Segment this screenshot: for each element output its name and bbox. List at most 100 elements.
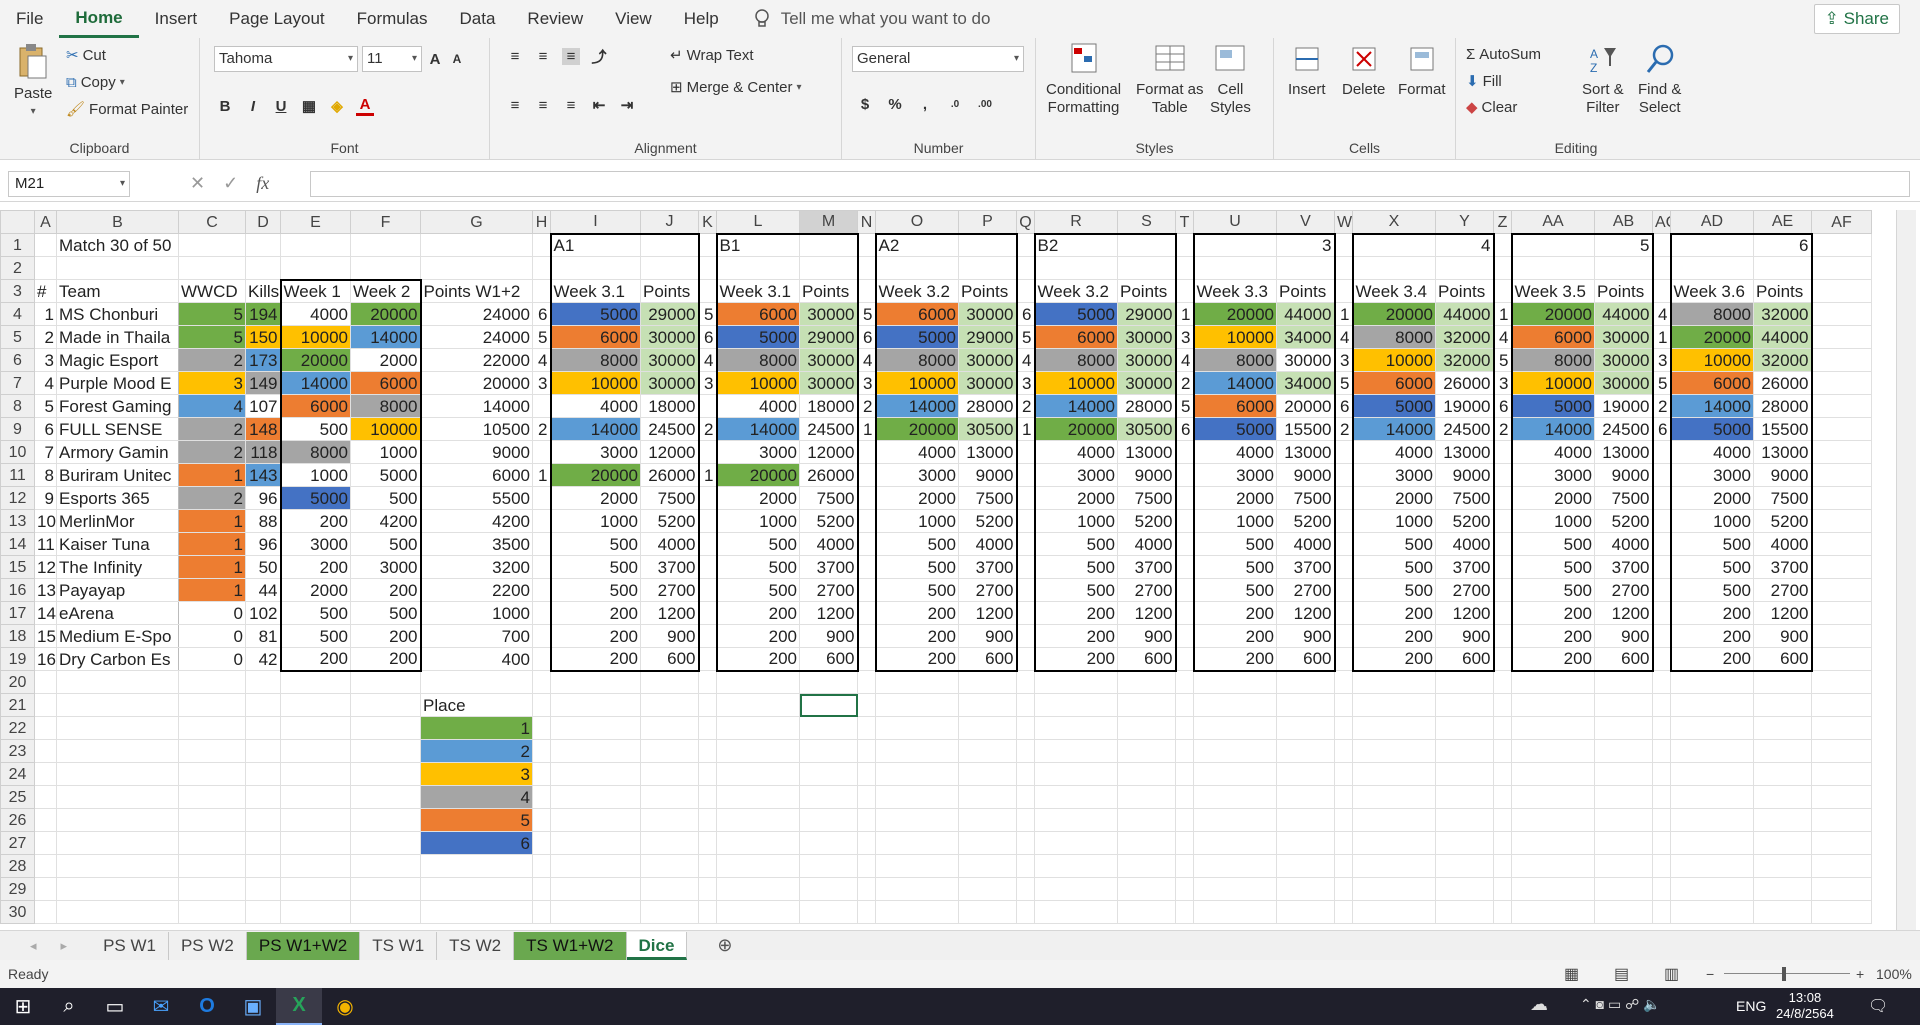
cell-w3[interactable] xyxy=(1334,279,1353,303)
cell-ab3[interactable]: Points xyxy=(1594,279,1654,303)
cell-aa3[interactable]: Week 3.5 xyxy=(1510,279,1595,303)
cell-z16[interactable] xyxy=(1493,578,1512,602)
cell-ae6[interactable]: 32000 xyxy=(1753,348,1813,372)
find-select-button[interactable]: Find & Select xyxy=(1638,42,1681,117)
sheet-tab[interactable]: PS W1 xyxy=(91,931,169,960)
cell-y23[interactable] xyxy=(1435,739,1494,763)
cell-i18[interactable]: 200 xyxy=(549,624,641,648)
cell-ae9[interactable]: 15500 xyxy=(1753,417,1813,441)
cell-q3[interactable] xyxy=(1016,279,1035,303)
cell-v15[interactable]: 3700 xyxy=(1276,555,1336,579)
cell-x8[interactable]: 5000 xyxy=(1351,394,1436,418)
cell-x22[interactable] xyxy=(1352,716,1436,740)
cell-l27[interactable] xyxy=(716,831,800,855)
mail-icon[interactable]: ✉ xyxy=(138,988,184,1025)
cell-h5[interactable]: 5 xyxy=(532,325,551,349)
cell-s15[interactable]: 3700 xyxy=(1117,555,1177,579)
cell-c16[interactable]: 1 xyxy=(178,578,246,602)
cell-q2[interactable] xyxy=(1016,256,1035,280)
cell-g14[interactable]: 3500 xyxy=(420,532,533,556)
cell-a16[interactable]: 13 xyxy=(34,578,57,602)
cell-c23[interactable] xyxy=(178,739,246,763)
cell-ad17[interactable]: 200 xyxy=(1669,601,1754,625)
cell-aa27[interactable] xyxy=(1511,831,1595,855)
cell-ae8[interactable]: 28000 xyxy=(1753,394,1813,418)
cell-n20[interactable] xyxy=(857,670,876,694)
cell-aa26[interactable] xyxy=(1511,808,1595,832)
cell-v16[interactable]: 2700 xyxy=(1276,578,1336,602)
cell-g6[interactable]: 22000 xyxy=(420,348,533,372)
cell-z7[interactable]: 3 xyxy=(1493,371,1512,395)
cell-o5[interactable]: 5000 xyxy=(874,325,959,349)
cell-p26[interactable] xyxy=(958,808,1017,832)
cell-ae13[interactable]: 5200 xyxy=(1753,509,1813,533)
cell-c30[interactable] xyxy=(178,900,246,924)
cell-d15[interactable]: 50 xyxy=(245,555,281,579)
cell-ae4[interactable]: 32000 xyxy=(1753,302,1813,326)
cell-j25[interactable] xyxy=(640,785,699,809)
cell-ad8[interactable]: 14000 xyxy=(1669,394,1754,418)
cell-ae28[interactable] xyxy=(1753,854,1812,878)
cell-q11[interactable] xyxy=(1016,463,1035,487)
align-middle-icon[interactable]: ≡ xyxy=(534,48,552,65)
cell-f4[interactable]: 20000 xyxy=(350,302,422,326)
tab-scroll-left-icon[interactable]: ◂ xyxy=(30,938,37,954)
cell-z29[interactable] xyxy=(1493,877,1512,901)
cell-m24[interactable] xyxy=(799,762,858,786)
cell-q20[interactable] xyxy=(1016,670,1035,694)
cell-w25[interactable] xyxy=(1334,785,1353,809)
cell-ac20[interactable] xyxy=(1652,670,1671,694)
cell-r17[interactable]: 200 xyxy=(1033,601,1118,625)
cell-b7[interactable]: Purple Mood E xyxy=(56,371,179,395)
cell-af24[interactable] xyxy=(1811,762,1872,786)
cell-d26[interactable] xyxy=(245,808,281,832)
cell-n11[interactable] xyxy=(857,463,876,487)
cell-j24[interactable] xyxy=(640,762,699,786)
cell-u8[interactable]: 6000 xyxy=(1192,394,1277,418)
cell-a9[interactable]: 6 xyxy=(34,417,57,441)
cell-l5[interactable]: 5000 xyxy=(715,325,800,349)
cell-ae27[interactable] xyxy=(1753,831,1812,855)
cell-b12[interactable]: Esports 365 xyxy=(56,486,179,510)
cell-q1[interactable] xyxy=(1016,233,1035,257)
cell-g23[interactable]: 2 xyxy=(420,739,533,763)
cell-d18[interactable]: 81 xyxy=(245,624,281,648)
insert-cells-button[interactable]: Insert xyxy=(1288,42,1326,99)
cell-r7[interactable]: 10000 xyxy=(1033,371,1118,395)
row-header[interactable]: 4 xyxy=(0,302,35,326)
cell-q26[interactable] xyxy=(1016,808,1035,832)
cell-f12[interactable]: 500 xyxy=(350,486,422,510)
cell-n12[interactable] xyxy=(857,486,876,510)
cell-u30[interactable] xyxy=(1193,900,1277,924)
cell-q4[interactable]: 6 xyxy=(1016,302,1035,326)
cell-y24[interactable] xyxy=(1435,762,1494,786)
cell-o4[interactable]: 6000 xyxy=(874,302,959,326)
cell-p9[interactable]: 30500 xyxy=(958,417,1018,441)
cell-p8[interactable]: 28000 xyxy=(958,394,1018,418)
cell-c5[interactable]: 5 xyxy=(178,325,246,349)
cell-ad16[interactable]: 500 xyxy=(1669,578,1754,602)
cell-s26[interactable] xyxy=(1117,808,1176,832)
column-header[interactable]: N xyxy=(857,210,876,234)
cell-ab7[interactable]: 30000 xyxy=(1594,371,1654,395)
cell-af28[interactable] xyxy=(1811,854,1872,878)
cell-x20[interactable] xyxy=(1352,670,1436,694)
cell-aa17[interactable]: 200 xyxy=(1510,601,1595,625)
cell-k2[interactable] xyxy=(698,256,717,280)
cell-x17[interactable]: 200 xyxy=(1351,601,1436,625)
cell-z1[interactable] xyxy=(1493,233,1512,257)
cell-s14[interactable]: 4000 xyxy=(1117,532,1177,556)
cell-ac5[interactable]: 1 xyxy=(1652,325,1671,349)
cell-ac22[interactable] xyxy=(1652,716,1671,740)
cell-o3[interactable]: Week 3.2 xyxy=(874,279,959,303)
column-header[interactable]: AB xyxy=(1594,210,1653,234)
cell-i3[interactable]: Week 3.1 xyxy=(549,279,641,303)
cell-y18[interactable]: 900 xyxy=(1435,624,1495,648)
cell-a14[interactable]: 11 xyxy=(34,532,57,556)
cell-af23[interactable] xyxy=(1811,739,1872,763)
cell-m5[interactable]: 29000 xyxy=(799,325,859,349)
cell-ac21[interactable] xyxy=(1652,693,1671,717)
cell-e23[interactable] xyxy=(280,739,351,763)
cell-af19[interactable] xyxy=(1811,647,1872,671)
cell-w16[interactable] xyxy=(1334,578,1353,602)
